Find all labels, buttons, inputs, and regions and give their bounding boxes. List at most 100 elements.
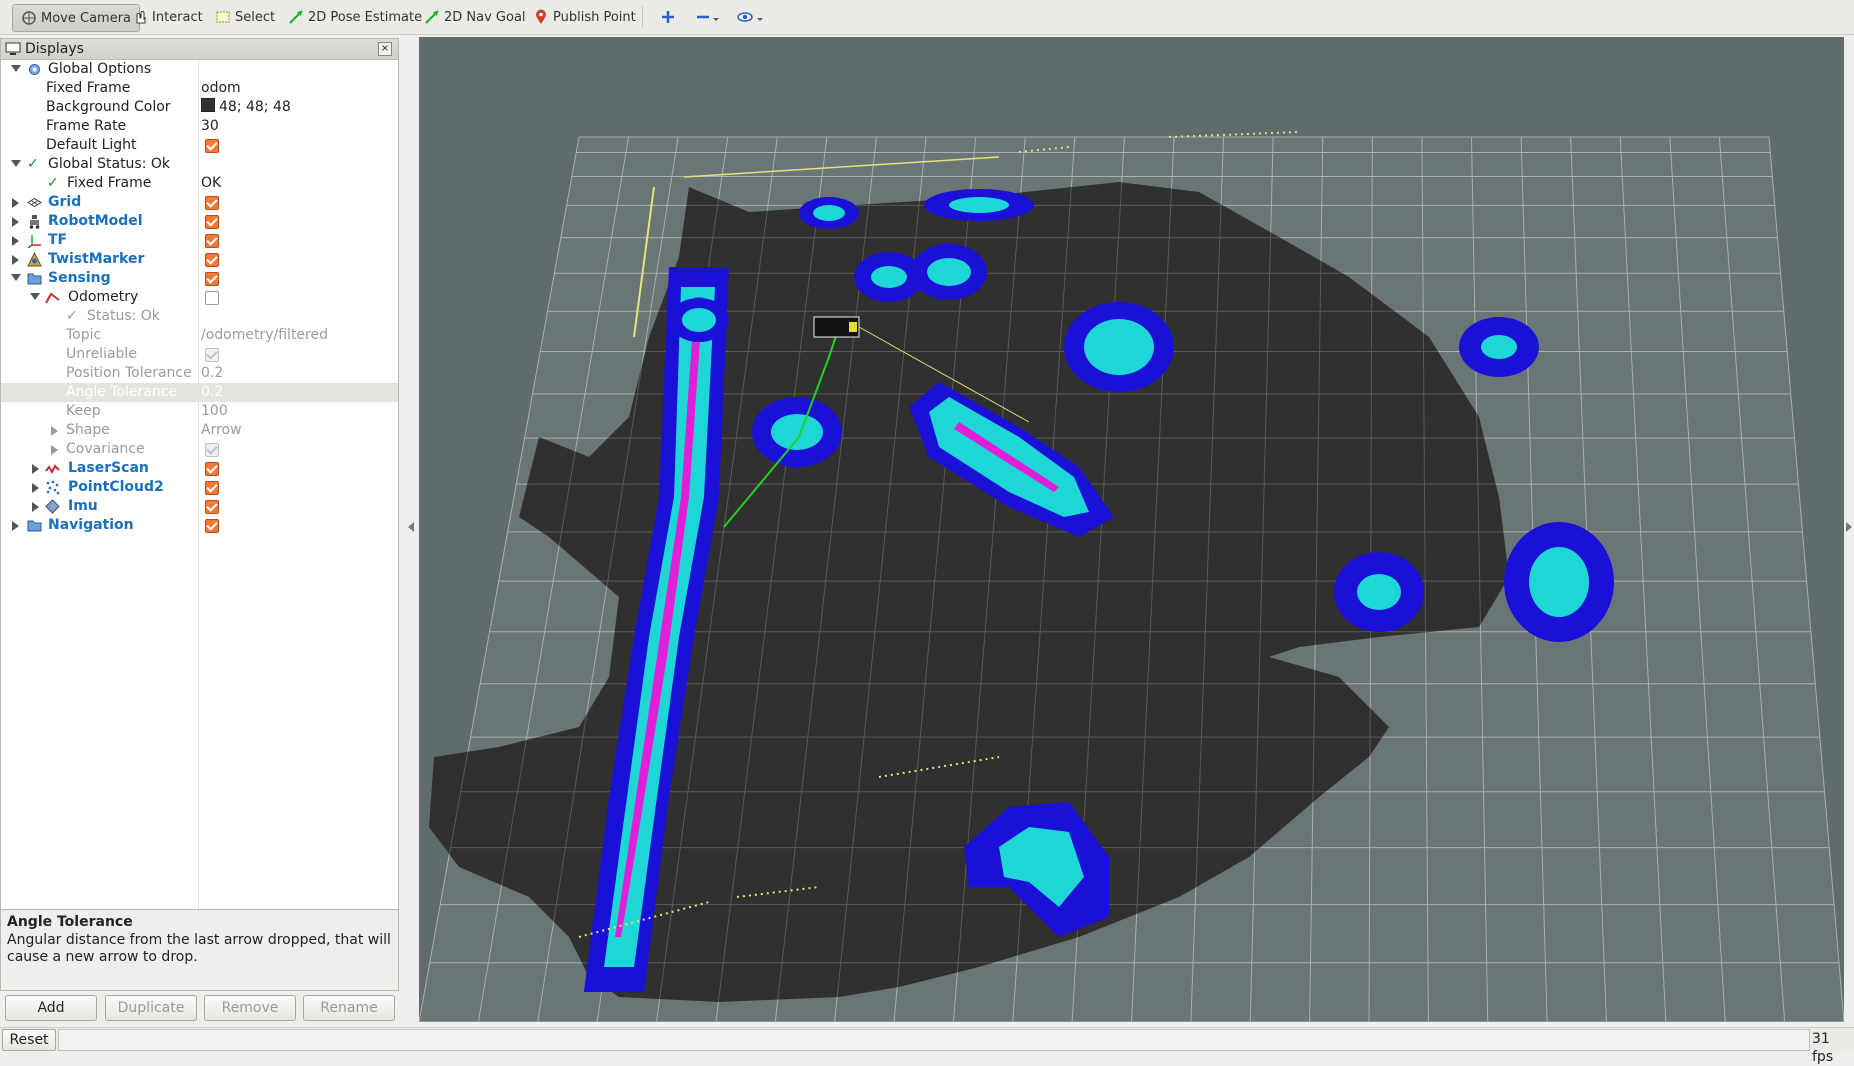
view-menu-button[interactable] (737, 4, 769, 30)
expand-arrow-icon[interactable] (32, 483, 39, 493)
tree-row-default-light[interactable]: Default Light (1, 136, 398, 155)
select-button[interactable]: Select (215, 4, 275, 30)
unreliable-checkbox[interactable] (205, 348, 219, 362)
tree-row-robotmodel[interactable]: RobotModel (1, 212, 398, 231)
angle-tolerance-value[interactable]: 0.2 (201, 383, 223, 402)
tree-row-shape[interactable]: Shape Arrow (1, 421, 398, 440)
tree-row-tf[interactable]: TF (1, 231, 398, 250)
add-button[interactable]: Add (5, 995, 97, 1021)
tree-label: Imu (68, 498, 98, 514)
tree-row-sensing[interactable]: Sensing (1, 269, 398, 288)
tree-row-frame-rate[interactable]: Frame Rate 30 (1, 117, 398, 136)
tree-row-imu[interactable]: Imu (1, 497, 398, 516)
covariance-checkbox[interactable] (205, 443, 219, 457)
tree-row-odometry[interactable]: Odometry (1, 288, 398, 307)
tree-row-background-color[interactable]: Background Color 48; 48; 48 (1, 98, 398, 117)
grid-checkbox[interactable] (205, 196, 219, 210)
expand-arrow-icon[interactable] (32, 464, 39, 474)
nav-goal-label: 2D Nav Goal (444, 9, 526, 25)
pose-estimate-button[interactable]: 2D Pose Estimate (288, 4, 422, 30)
navigation-checkbox[interactable] (205, 519, 219, 533)
close-icon[interactable]: × (378, 42, 392, 56)
tree-row-position-tolerance[interactable]: Position Tolerance 0.2 (1, 364, 398, 383)
shape-value[interactable]: Arrow (201, 421, 242, 440)
expand-arrow-icon[interactable] (12, 236, 19, 246)
expand-arrow-icon[interactable] (12, 255, 19, 265)
tree-row-global-options[interactable]: Global Options (1, 60, 398, 79)
tree-row-pointcloud2[interactable]: PointCloud2 (1, 478, 398, 497)
remove-button[interactable]: Remove (204, 995, 296, 1021)
background-color-text: 48; 48; 48 (219, 99, 291, 115)
tree-label: Topic (66, 327, 102, 343)
tree-label: PointCloud2 (68, 479, 164, 495)
pointcloud2-checkbox[interactable] (205, 481, 219, 495)
tree-row-fixed-frame[interactable]: Fixed Frame odom (1, 79, 398, 98)
tree-row-unreliable[interactable]: Unreliable (1, 345, 398, 364)
default-light-checkbox[interactable] (205, 139, 219, 153)
keep-value[interactable]: 100 (201, 402, 228, 421)
fps-counter: 31 fps (1812, 1031, 1834, 1065)
nav-goal-button[interactable]: 2D Nav Goal (424, 4, 526, 30)
toolbar: Move Camera Interact Select 2D Pose Esti… (0, 0, 1854, 35)
expand-arrow-icon[interactable] (11, 274, 21, 281)
check-icon: ✓ (66, 308, 78, 324)
expand-arrow-icon[interactable] (12, 217, 19, 227)
robotmodel-checkbox[interactable] (205, 215, 219, 229)
frame-rate-value[interactable]: 30 (201, 117, 219, 136)
imu-checkbox[interactable] (205, 500, 219, 514)
tree-row-grid[interactable]: Grid (1, 193, 398, 212)
tree-row-global-status[interactable]: ✓ Global Status: Ok (1, 155, 398, 174)
tree-label: TwistMarker (48, 251, 145, 267)
publish-point-button[interactable]: Publish Point (533, 4, 636, 30)
move-camera-label: Move Camera (41, 10, 132, 26)
reset-button[interactable]: Reset (2, 1029, 56, 1051)
3d-viewport[interactable] (419, 37, 1844, 1022)
expand-arrow-icon[interactable] (12, 198, 19, 208)
publish-point-icon (536, 9, 546, 24)
tree-row-angle-tolerance[interactable]: Angle Tolerance 0.2 (1, 383, 398, 402)
tree-label: Global Status: Ok (48, 156, 171, 172)
position-tolerance-value[interactable]: 0.2 (201, 364, 223, 383)
tf-checkbox[interactable] (205, 234, 219, 248)
expand-arrow-icon[interactable] (51, 426, 58, 436)
move-camera-button[interactable]: Move Camera (12, 4, 141, 32)
expand-arrow-icon[interactable] (32, 502, 39, 512)
tree-label: Global Options (48, 61, 152, 77)
duplicate-button[interactable]: Duplicate (105, 995, 197, 1021)
tree-label: LaserScan (68, 460, 149, 476)
interact-icon (136, 11, 146, 24)
tree-label: RobotModel (48, 213, 143, 229)
expand-arrow-icon[interactable] (51, 445, 58, 455)
tree-label: Keep (66, 403, 101, 419)
robot-icon (29, 215, 40, 229)
tree-row-topic[interactable]: Topic /odometry/filtered (1, 326, 398, 345)
tree-row-covariance[interactable]: Covariance (1, 440, 398, 459)
laserscan-icon (45, 464, 60, 475)
odometry-checkbox[interactable] (205, 291, 219, 305)
laserscan-checkbox[interactable] (205, 462, 219, 476)
expand-arrow-icon[interactable] (12, 521, 19, 531)
remove-tool-button[interactable] (695, 4, 725, 30)
background-color-value[interactable]: 48; 48; 48 (201, 98, 291, 117)
interact-button[interactable]: Interact (132, 4, 203, 30)
tree-label: TF (48, 232, 68, 248)
tree-row-navigation[interactable]: Navigation (1, 516, 398, 535)
fixed-frame-value[interactable]: odom (201, 79, 241, 98)
tree-row-laserscan[interactable]: LaserScan (1, 459, 398, 478)
tree-row-keep[interactable]: Keep 100 (1, 402, 398, 421)
collapse-left-icon[interactable] (408, 522, 414, 532)
rename-button[interactable]: Rename (303, 995, 395, 1021)
tree-row-twistmarker[interactable]: TwistMarker (1, 250, 398, 269)
add-tool-button[interactable] (660, 4, 680, 30)
expand-arrow-icon[interactable] (11, 160, 21, 167)
sensing-checkbox[interactable] (205, 272, 219, 286)
tree-row-odometry-status[interactable]: ✓ Status: Ok (1, 307, 398, 326)
tree-row-status-fixed-frame[interactable]: ✓ Fixed Frame OK (1, 174, 398, 193)
displays-header: Displays × (1, 39, 398, 60)
publish-point-label: Publish Point (553, 9, 636, 25)
twistmarker-checkbox[interactable] (205, 253, 219, 267)
expand-arrow-icon[interactable] (11, 65, 21, 72)
expand-arrow-icon[interactable] (30, 293, 40, 300)
collapse-right-icon[interactable] (1846, 522, 1852, 532)
topic-value[interactable]: /odometry/filtered (201, 326, 328, 345)
